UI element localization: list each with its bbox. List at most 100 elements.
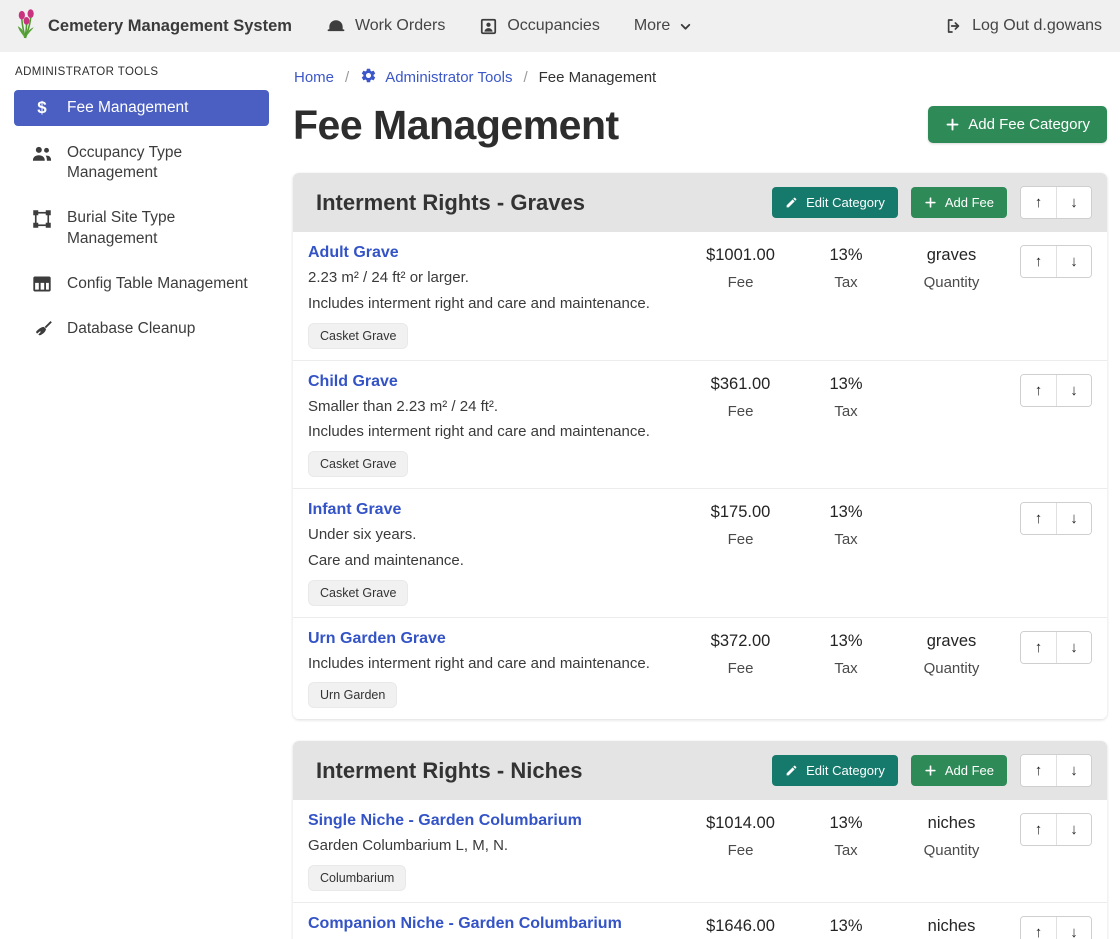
main-content: Home / Administrator Tools / Fee Managem… bbox=[281, 52, 1120, 939]
dollar-icon: $ bbox=[31, 99, 53, 116]
fee-description: Includes interment right and care and ma… bbox=[308, 423, 680, 442]
move-fee-up-button[interactable]: ↑ bbox=[1021, 375, 1056, 406]
fee-row: Urn Garden Grave Includes interment righ… bbox=[293, 617, 1107, 720]
move-category-down-button[interactable]: ↓ bbox=[1056, 187, 1091, 218]
edit-category-button[interactable]: Edit Category bbox=[772, 755, 898, 786]
sidebar-item-label: Config Table Management bbox=[67, 274, 248, 294]
move-category-up-button[interactable]: ↑ bbox=[1021, 187, 1056, 218]
fee-name-link[interactable]: Companion Niche - Garden Columbarium bbox=[308, 915, 622, 933]
breadcrumb-home-link[interactable]: Home bbox=[294, 69, 334, 86]
fee-amount-cell: $361.00 Fee bbox=[688, 373, 793, 420]
fee-tax-value: 13% bbox=[829, 503, 862, 522]
sidebar-item-label: Database Cleanup bbox=[67, 319, 195, 339]
fee-tax-value: 13% bbox=[829, 917, 862, 936]
fee-info: Infant Grave Under six years.Care and ma… bbox=[308, 501, 680, 606]
fee-tax-cell: 13% Tax bbox=[801, 812, 891, 859]
fee-reorder-buttons: ↑ ↓ bbox=[1020, 374, 1092, 407]
fee-category-header: Interment Rights - Graves Edit Category … bbox=[293, 173, 1107, 232]
fee-type-tag: Columbarium bbox=[308, 865, 406, 891]
move-fee-down-button[interactable]: ↓ bbox=[1056, 503, 1091, 534]
fee-amount-value: $1646.00 bbox=[706, 917, 775, 936]
sidebar-item-burial-site-type-management[interactable]: Burial Site Type Management bbox=[14, 200, 269, 256]
nav-more-label: More bbox=[634, 17, 670, 35]
fee-info: Single Niche - Garden Columbarium Garden… bbox=[308, 812, 680, 891]
fee-tax-cell: 13% Tax bbox=[801, 630, 891, 677]
fee-name-link[interactable]: Single Niche - Garden Columbarium bbox=[308, 812, 582, 830]
fee-amount-label: Fee bbox=[728, 842, 754, 859]
fee-tax-value: 13% bbox=[829, 375, 862, 394]
app-brand: Cemetery Management System bbox=[14, 9, 292, 44]
table-icon bbox=[31, 275, 53, 293]
fee-descriptions: Garden Columbarium L, M, N. bbox=[308, 837, 680, 856]
fee-category-header: Interment Rights - Niches Edit Category … bbox=[293, 741, 1107, 800]
categories: Interment Rights - Graves Edit Category … bbox=[293, 173, 1107, 939]
edit-category-button[interactable]: Edit Category bbox=[772, 187, 898, 218]
fee-quantity-value: graves bbox=[927, 632, 977, 651]
fee-info: Companion Niche - Garden Columbarium Gar… bbox=[308, 915, 680, 939]
nav-occupancies[interactable]: Occupancies bbox=[479, 17, 600, 36]
fee-quantity-cell bbox=[899, 501, 1004, 503]
fee-amount-value: $1001.00 bbox=[706, 246, 775, 265]
fee-name-link[interactable]: Urn Garden Grave bbox=[308, 630, 446, 648]
fee-type-tag: Casket Grave bbox=[308, 580, 408, 606]
fee-amount-label: Fee bbox=[728, 660, 754, 677]
chevron-down-icon bbox=[679, 20, 692, 33]
fee-amount-cell: $175.00 Fee bbox=[688, 501, 793, 548]
sidebar-item-database-cleanup[interactable]: Database Cleanup bbox=[14, 311, 269, 347]
add-fee-button[interactable]: Add Fee bbox=[911, 755, 1007, 786]
move-fee-up-button[interactable]: ↑ bbox=[1021, 814, 1056, 845]
fee-descriptions: Smaller than 2.23 m² / 24 ft². Includes i… bbox=[308, 398, 680, 443]
fee-tax-cell: 13% Tax bbox=[801, 244, 891, 291]
fee-tax-label: Tax bbox=[834, 274, 857, 291]
pencil-icon bbox=[785, 764, 798, 777]
move-fee-down-button[interactable]: ↓ bbox=[1056, 917, 1091, 939]
occupancy-badge-icon bbox=[479, 17, 498, 36]
fee-amount-label: Fee bbox=[728, 274, 754, 291]
fee-description: Care and maintenance. bbox=[308, 552, 680, 571]
fee-type-tag: Casket Grave bbox=[308, 451, 408, 477]
fee-type-tag: Casket Grave bbox=[308, 323, 408, 349]
fee-tax-label: Tax bbox=[834, 403, 857, 420]
fee-reorder-buttons: ↑ ↓ bbox=[1020, 502, 1092, 535]
add-fee-label: Add Fee bbox=[945, 195, 994, 210]
move-category-up-button[interactable]: ↑ bbox=[1021, 755, 1056, 786]
top-navbar: Cemetery Management System Work Orders O… bbox=[0, 0, 1120, 52]
nav-more[interactable]: More bbox=[634, 17, 692, 35]
breadcrumb-separator: / bbox=[345, 69, 349, 86]
move-category-down-button[interactable]: ↓ bbox=[1056, 755, 1091, 786]
fee-amount-value: $1014.00 bbox=[706, 814, 775, 833]
tulip-logo-icon bbox=[14, 9, 39, 44]
move-fee-down-button[interactable]: ↓ bbox=[1056, 814, 1091, 845]
breadcrumb-admin-tools-link[interactable]: Administrator Tools bbox=[360, 67, 512, 88]
move-fee-up-button[interactable]: ↑ bbox=[1021, 917, 1056, 939]
logout-link[interactable]: Log Out d.gowans bbox=[944, 17, 1102, 35]
add-fee-category-button[interactable]: Add Fee Category bbox=[928, 106, 1107, 143]
fee-description: Smaller than 2.23 m² / 24 ft². bbox=[308, 398, 680, 417]
fee-name-link[interactable]: Child Grave bbox=[308, 373, 398, 391]
fee-reorder-buttons: ↑ ↓ bbox=[1020, 813, 1092, 846]
breadcrumb-admin-tools-label: Administrator Tools bbox=[385, 69, 512, 86]
fee-tax-label: Tax bbox=[834, 842, 857, 859]
move-fee-down-button[interactable]: ↓ bbox=[1056, 246, 1091, 277]
move-fee-up-button[interactable]: ↑ bbox=[1021, 503, 1056, 534]
sidebar-item-config-table-management[interactable]: Config Table Management bbox=[14, 266, 269, 302]
fee-row: Companion Niche - Garden Columbarium Gar… bbox=[293, 902, 1107, 939]
fee-reorder-buttons: ↑ ↓ bbox=[1020, 245, 1092, 278]
move-fee-up-button[interactable]: ↑ bbox=[1021, 632, 1056, 663]
fee-quantity-label: Quantity bbox=[924, 274, 980, 291]
move-fee-down-button[interactable]: ↓ bbox=[1056, 375, 1091, 406]
fee-amount-value: $372.00 bbox=[711, 632, 771, 651]
move-fee-down-button[interactable]: ↓ bbox=[1056, 632, 1091, 663]
category-reorder-buttons: ↑ ↓ bbox=[1020, 754, 1092, 787]
sidebar-item-label: Burial Site Type Management bbox=[67, 208, 259, 248]
add-fee-button[interactable]: Add Fee bbox=[911, 187, 1007, 218]
fee-row: Child Grave Smaller than 2.23 m² / 24 ft… bbox=[293, 360, 1107, 489]
nav-work-orders[interactable]: Work Orders bbox=[326, 17, 445, 35]
pencil-icon bbox=[785, 196, 798, 209]
sidebar-item-occupancy-type-management[interactable]: Occupancy Type Management bbox=[14, 135, 269, 191]
move-fee-up-button[interactable]: ↑ bbox=[1021, 246, 1056, 277]
sidebar-item-fee-management[interactable]: $ Fee Management bbox=[14, 90, 269, 126]
fee-amount-cell: $372.00 Fee bbox=[688, 630, 793, 677]
fee-name-link[interactable]: Adult Grave bbox=[308, 244, 399, 262]
fee-name-link[interactable]: Infant Grave bbox=[308, 501, 401, 519]
